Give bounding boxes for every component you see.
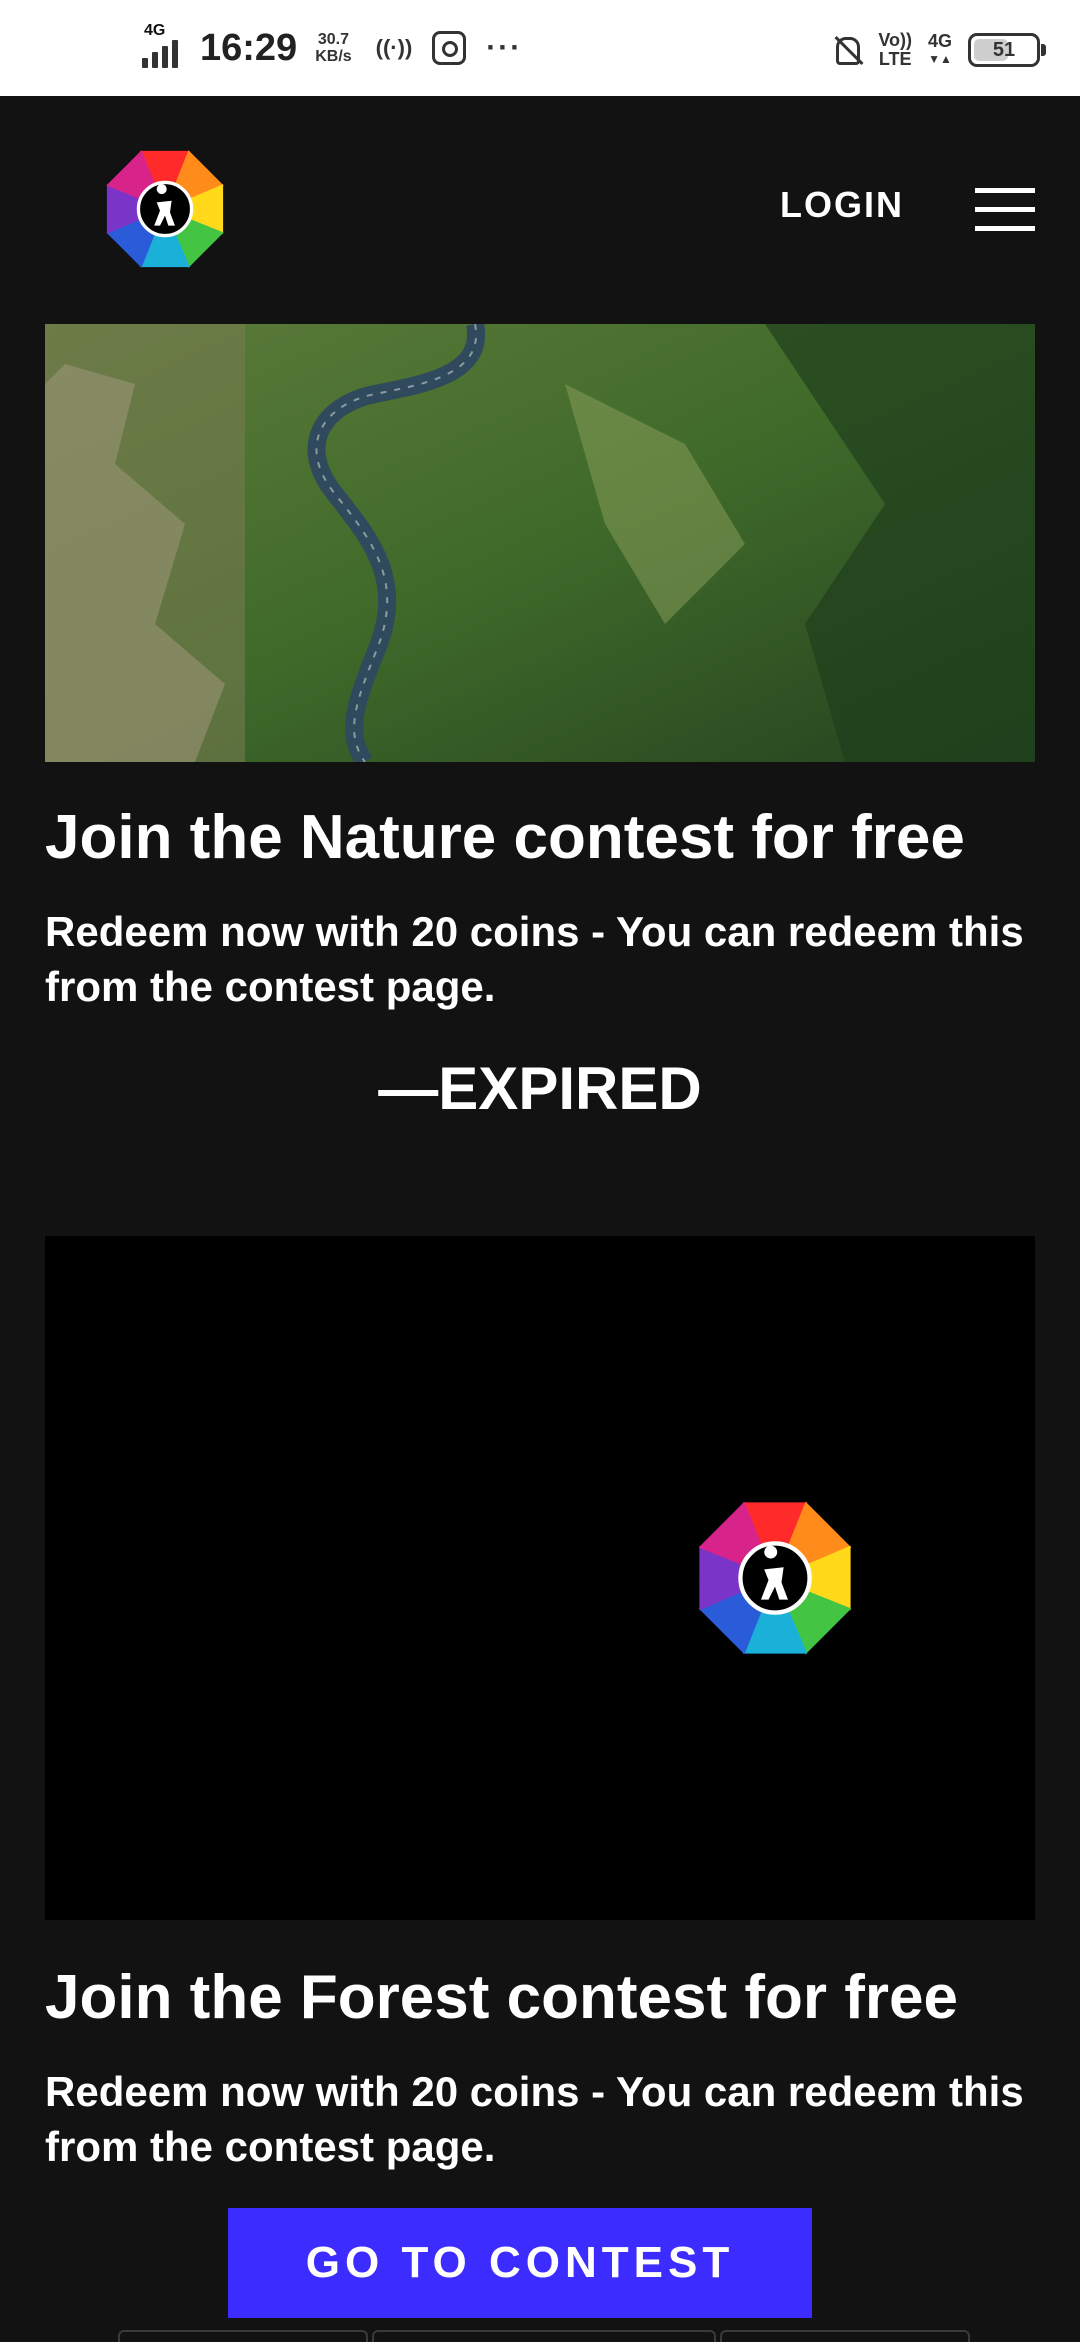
mobile-data-label: 4G — [927, 31, 952, 51]
volte-indicator: Vo)) LTE — [878, 31, 912, 69]
contest-description: Redeem now with 20 coins - You can redee… — [45, 908, 1024, 1010]
expired-status: —EXPIRED — [378, 1055, 702, 1122]
contest-title: Join the Forest contest for free — [45, 1963, 958, 2032]
bottom-tab[interactable] — [720, 2330, 970, 2342]
contest-title: Join the Nature contest for free — [45, 803, 965, 872]
volte-bottom: LTE — [878, 49, 912, 69]
login-link[interactable]: LOGIN — [780, 184, 904, 226]
flower-camera-logo — [698, 1501, 852, 1655]
volte-top: Vo)) — [878, 30, 912, 50]
status-bar: 4G 16:29 30.7 KB/s ((·)) ··· Vo)) LTE 4G… — [0, 0, 1080, 96]
bottom-tab[interactable] — [372, 2330, 716, 2342]
speed-unit: KB/s — [315, 48, 352, 65]
bottom-tabs — [118, 2330, 970, 2342]
bottom-tab[interactable] — [118, 2330, 368, 2342]
status-left: 4G 16:29 30.7 KB/s ((·)) ··· — [142, 18, 522, 78]
more-notifications-icon: ··· — [486, 31, 523, 64]
network-speed: 30.7 KB/s — [315, 31, 351, 65]
clock: 16:29 — [200, 26, 298, 69]
go-to-contest-button[interactable]: GO TO CONTEST — [228, 2208, 812, 2318]
forest-contest-image[interactable] — [45, 1236, 1035, 1920]
nature-contest-image[interactable] — [45, 324, 1035, 762]
hamburger-menu-icon[interactable] — [975, 188, 1035, 232]
mobile-data-indicator: 4G ▼▲ — [928, 32, 952, 68]
status-right: Vo)) LTE 4G ▼▲ 51 — [830, 22, 1046, 78]
network-type-label: 4G — [144, 22, 166, 39]
contest-description: Redeem now with 20 coins - You can redee… — [45, 2068, 1024, 2170]
flower-camera-logo[interactable] — [82, 126, 248, 292]
data-arrows-icon: ▼▲ — [928, 52, 952, 66]
battery-level: 51 — [992, 39, 1016, 61]
battery-icon: 51 — [968, 33, 1046, 67]
bell-muted-icon — [830, 33, 864, 67]
cell-signal-icon: 4G — [142, 22, 190, 70]
site-header: LOGIN — [0, 96, 1080, 324]
speed-value: 30.7 — [317, 31, 349, 48]
instagram-icon — [432, 31, 467, 65]
hotspot-icon: ((·)) — [375, 35, 413, 60]
